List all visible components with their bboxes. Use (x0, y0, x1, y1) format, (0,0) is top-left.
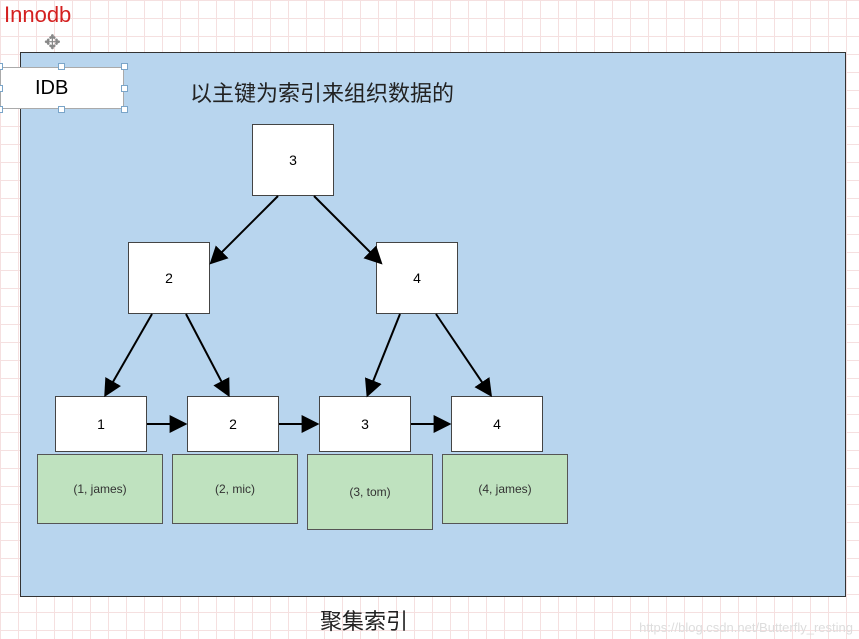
watermark-text: https://blog.csdn.net/Butterfly_resting (639, 620, 853, 635)
selection-handle[interactable] (121, 85, 128, 92)
caption-text: 聚集索引 (320, 604, 408, 636)
selection-handle[interactable] (58, 106, 65, 113)
data-1: (1, james) (37, 454, 163, 524)
leaf-2: 2 (187, 396, 279, 452)
selection-handle[interactable] (0, 63, 3, 70)
engine-title: Innodb (4, 2, 71, 28)
tree-node-right: 4 (376, 242, 458, 314)
selection-handle[interactable] (58, 63, 65, 70)
selection-handle[interactable] (121, 106, 128, 113)
tree-node-left: 2 (128, 242, 210, 314)
subtitle-text: 以主键为索引来组织数据的 (190, 76, 454, 108)
data-2: (2, mic) (172, 454, 298, 524)
leaf-4: 4 (451, 396, 543, 452)
leaf-1: 1 (55, 396, 147, 452)
leaf-3: 3 (319, 396, 411, 452)
selection-handle[interactable] (0, 106, 3, 113)
idb-label-box[interactable]: IDB (0, 67, 124, 109)
data-3: (3, tom) (307, 454, 433, 530)
selection-handle[interactable] (0, 85, 3, 92)
tree-root: 3 (252, 124, 334, 196)
selection-handle[interactable] (121, 63, 128, 70)
data-4: (4, james) (442, 454, 568, 524)
